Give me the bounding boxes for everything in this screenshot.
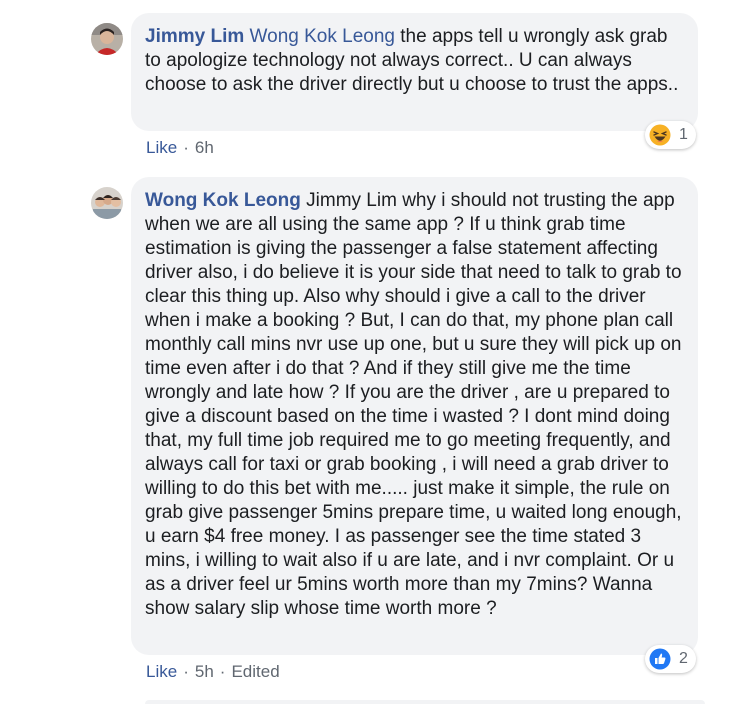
timestamp[interactable]: 5h <box>195 662 214 681</box>
comment-bubble: Wong Kok Leong Jimmy Lim why i should no… <box>131 177 698 655</box>
haha-icon <box>649 124 671 146</box>
comment-author[interactable]: Jimmy Lim <box>145 26 244 47</box>
avatar-photo-icon <box>91 187 123 219</box>
comment-bubble: Jimmy Lim Wong Kok Leong the apps tell u… <box>131 13 698 131</box>
reaction-badge[interactable]: 2 <box>645 645 696 673</box>
comment-text: Jimmy Lim why i should not trusting the … <box>145 190 682 619</box>
like-link[interactable]: Like <box>146 138 177 157</box>
separator-dot: · <box>219 662 226 681</box>
like-icon <box>649 648 671 670</box>
next-comment-bubble-edge <box>145 700 705 704</box>
comment-author[interactable]: Wong Kok Leong <box>145 190 301 211</box>
like-link[interactable]: Like <box>146 662 177 681</box>
edited-label[interactable]: Edited <box>231 662 279 681</box>
avatar-photo-icon <box>91 23 123 55</box>
mention-link[interactable]: Wong Kok Leong <box>250 26 395 47</box>
reaction-badge[interactable]: 1 <box>645 121 696 149</box>
comment-actions: Like · 5h · Edited <box>146 662 280 682</box>
timestamp[interactable]: 6h <box>195 138 214 157</box>
avatar[interactable] <box>91 23 123 55</box>
comment-actions: Like · 6h <box>146 138 214 158</box>
reaction-count: 1 <box>679 126 688 143</box>
separator-dot: · <box>183 662 189 681</box>
avatar[interactable] <box>91 187 123 219</box>
separator-dot: · <box>183 138 189 157</box>
reaction-count: 2 <box>679 650 688 667</box>
